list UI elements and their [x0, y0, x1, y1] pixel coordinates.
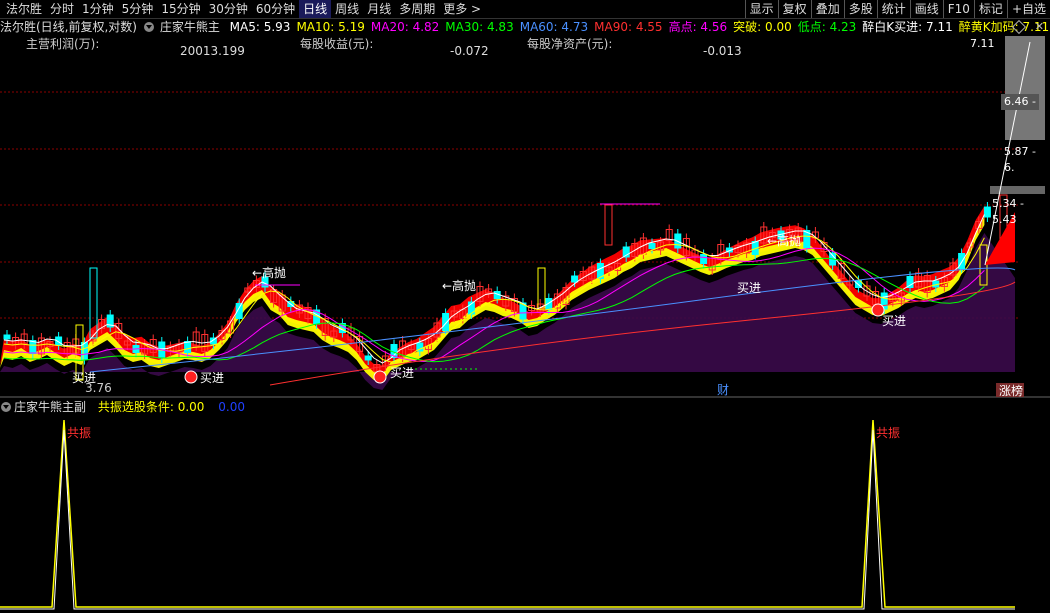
candle-body: [648, 243, 656, 249]
sub-chart: [0, 419, 1015, 610]
price-tag-2: 5.87 - 6.: [1004, 145, 1036, 174]
kline-chart[interactable]: ←高抛←高抛←高抛买进 买进买进买进买进3.76 财涨榜共振 共振: [0, 0, 1050, 613]
price-top: 7.11: [970, 37, 995, 50]
resonance-extra: 0.00: [218, 400, 245, 414]
sell-high-label: ←高抛: [442, 278, 476, 293]
sub-indicator-dropdown-icon[interactable]: [1, 402, 11, 412]
candle-body: [604, 204, 613, 246]
candle-body: [537, 267, 546, 309]
candle-body: [184, 341, 192, 353]
buy-label: 买进: [390, 366, 414, 380]
sub-chart-legend: 庄家牛熊主副 共振选股条件: 0.00 0.00: [0, 399, 245, 415]
candle-body: [700, 254, 708, 264]
price-axis-block: [1005, 36, 1045, 140]
buy-signal-icon: [184, 370, 198, 384]
sell-high-label: ←高抛: [252, 265, 286, 280]
limit-list-label: 涨榜: [999, 383, 1023, 398]
candle-body: [29, 340, 37, 354]
resonance-condition: 共振选股条件: 0.00: [97, 400, 205, 414]
resonance-label-1: 共振: [67, 426, 91, 440]
candle-body: [364, 355, 372, 361]
resonance-line: [0, 419, 1015, 608]
candle-body: [3, 334, 11, 340]
resonance-label-2: 共振: [876, 426, 900, 440]
finance-marker: 财: [717, 383, 729, 397]
buy-signal-icon: [871, 303, 885, 317]
price-axis-mark: [990, 186, 1045, 194]
candle-body: [442, 313, 450, 331]
sub-indicator-name[interactable]: 庄家牛熊主副: [14, 400, 86, 414]
price-tag-1: 6.46 -: [1001, 94, 1039, 110]
price-tag-3: 5.34 - 5.43: [992, 197, 1024, 226]
candle-body: [906, 276, 914, 288]
buy-label: 买进: [737, 281, 761, 295]
buy-label: 买进: [200, 371, 224, 385]
buy-signal-icon: [373, 370, 387, 384]
low-price-label: 3.76: [85, 381, 112, 395]
candle-body: [571, 275, 579, 283]
sell-high-label: ←高抛: [767, 233, 801, 248]
buy-label: 买进: [882, 314, 906, 328]
